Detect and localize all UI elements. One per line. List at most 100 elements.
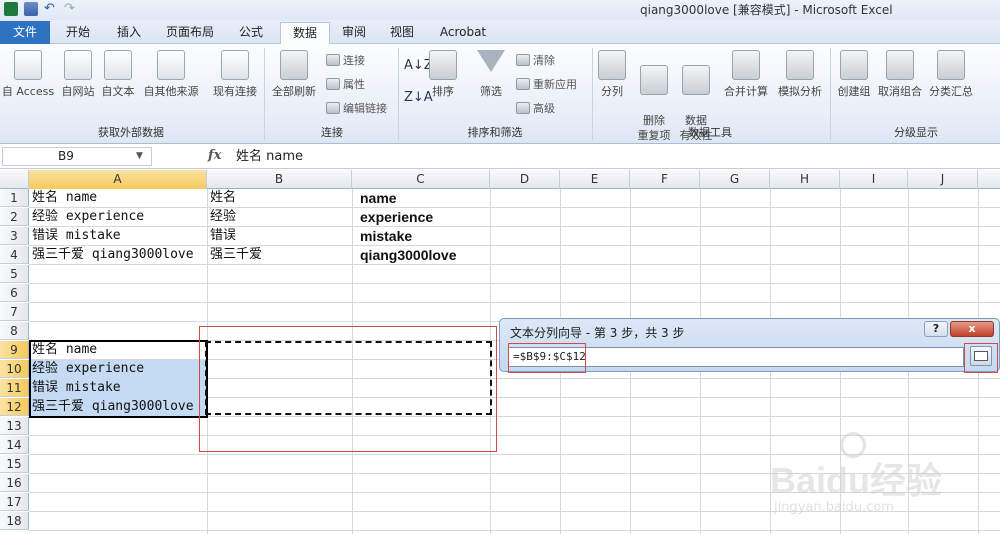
cell-c3[interactable]: mistake [358,227,490,245]
annotation-box [199,326,497,452]
clear-filter-button[interactable]: 清除 [516,52,555,68]
text-to-columns-wizard-dialog: 文本分列向导 - 第 3 步，共 3 步 ? x =$B$9:$C$12 [499,318,1000,373]
existing-connections-button[interactable]: 现有连接 [208,50,262,99]
cell-a2[interactable]: 经验 experience [30,208,207,226]
remove-duplicates-icon [640,65,668,95]
watermark-url: jingyan.baidu.com [774,500,894,515]
from-text-button[interactable]: 自文本 [98,50,138,99]
formula-bar: B9 ▼ fx 姓名 name [0,145,1000,169]
row-header[interactable]: 6 [0,284,29,302]
row-header[interactable]: 13 [0,417,29,435]
from-web-button[interactable]: 自网站 [58,50,98,99]
row-header[interactable]: 2 [0,208,29,226]
row-header[interactable]: 16 [0,474,29,492]
tab-view[interactable]: 视图 [380,22,424,44]
cell-b1[interactable]: 姓名 [208,189,352,207]
window-title: qiang3000love [兼容模式] - Microsoft Excel [640,3,893,17]
tab-review[interactable]: 审阅 [334,22,374,44]
tab-formulas[interactable]: 公式 [228,22,274,44]
cell-a4[interactable]: 强三千爱 qiang3000love [30,246,207,264]
undo-icon[interactable]: ↶ [44,2,58,16]
ribbon: 自 Access 自网站 自文本 自其他来源 现有连接 获取外部数据 全部刷新 … [0,44,1000,144]
column-header-i[interactable]: I [840,170,908,189]
cell-b2[interactable]: 经验 [208,208,352,226]
tab-home[interactable]: 开始 [55,22,101,44]
row-header[interactable]: 3 [0,227,29,245]
advanced-filter-button[interactable]: 高级 [516,100,555,116]
tab-page-layout[interactable]: 页面布局 [158,22,222,44]
row-header[interactable]: 15 [0,455,29,473]
formula-input[interactable]: 姓名 name [228,147,998,166]
tab-data[interactable]: 数据 [280,22,330,45]
reapply-button[interactable]: 重新应用 [516,76,577,92]
row-header[interactable]: 1 [0,189,29,207]
row-header[interactable]: 10 [0,360,29,378]
row-header[interactable]: 7 [0,303,29,321]
edit-links-button[interactable]: 编辑链接 [326,100,387,116]
group-label-sort-filter: 排序和筛选 [467,126,523,139]
other-sources-icon [157,50,185,80]
row-header[interactable]: 17 [0,493,29,511]
data-validation-icon [682,65,710,95]
row-header[interactable]: 5 [0,265,29,283]
clear-filter-icon [516,54,530,66]
cell-a1[interactable]: 姓名 name [30,189,207,207]
properties-button[interactable]: 属性 [326,76,365,92]
column-header-c[interactable]: C [352,170,490,189]
text-to-columns-button[interactable]: 分列 [596,50,628,99]
group-separator [592,48,593,140]
column-header-j[interactable]: J [908,170,978,189]
subtotal-icon [937,50,965,80]
close-button[interactable]: x [950,321,994,337]
insert-function-icon[interactable]: fx [208,148,221,163]
row-header[interactable]: 14 [0,436,29,454]
cell-c4[interactable]: qiang3000love [358,246,490,264]
dialog-title: 文本分列向导 - 第 3 步，共 3 步 [510,326,685,340]
cell-b4[interactable]: 强三千爱 [208,246,352,264]
active-selection-border [29,340,208,418]
ungroup-button[interactable]: 取消组合 [874,50,926,99]
row-header[interactable]: 12 [0,398,29,416]
chevron-down-icon[interactable]: ▼ [136,151,143,161]
from-access-button[interactable]: 自 Access [0,50,56,99]
connections-button[interactable]: 连接 [326,52,365,68]
redo-icon[interactable]: ↷ [64,2,78,16]
access-icon [14,50,42,80]
help-button[interactable]: ? [924,321,948,337]
column-header-b[interactable]: B [207,170,352,189]
filter-button[interactable]: 筛选 [474,50,508,99]
row-header[interactable]: 11 [0,379,29,397]
cell-c2[interactable]: experience [358,208,490,226]
cell-a3[interactable]: 错误 mistake [30,227,207,245]
ungroup-icon [886,50,914,80]
tab-acrobat[interactable]: Acrobat [430,22,496,44]
column-header-h[interactable]: H [770,170,840,189]
tab-insert[interactable]: 插入 [106,22,152,44]
refresh-all-button[interactable]: 全部刷新 [268,50,320,99]
sort-button[interactable]: 排序 [426,50,460,99]
from-other-sources-button[interactable]: 自其他来源 [140,50,202,99]
cell-b3[interactable]: 错误 [208,227,352,245]
chain-icon [326,102,340,114]
row-header[interactable]: 8 [0,322,29,340]
consolidate-button[interactable]: 合并计算 [720,50,772,99]
save-icon[interactable] [24,2,38,16]
reapply-icon [516,78,530,90]
column-header-d[interactable]: D [490,170,560,189]
group-button[interactable]: 创建组 [834,50,874,99]
row-header[interactable]: 9 [0,341,29,359]
name-box[interactable]: B9 [2,147,152,166]
subtotal-button[interactable]: 分类汇总 [926,50,976,99]
row-header[interactable]: 18 [0,512,29,530]
select-all-corner[interactable] [0,170,29,189]
column-header-a[interactable]: A [29,170,207,189]
sort-icon [429,50,457,80]
column-header-g[interactable]: G [700,170,770,189]
column-header-e[interactable]: E [560,170,630,189]
column-header-f[interactable]: F [630,170,700,189]
tab-file[interactable]: 文件 [0,21,50,44]
group-icon [840,50,868,80]
cell-c1[interactable]: name [358,189,490,207]
what-if-analysis-button[interactable]: 模拟分析 [774,50,826,99]
row-header[interactable]: 4 [0,246,29,264]
